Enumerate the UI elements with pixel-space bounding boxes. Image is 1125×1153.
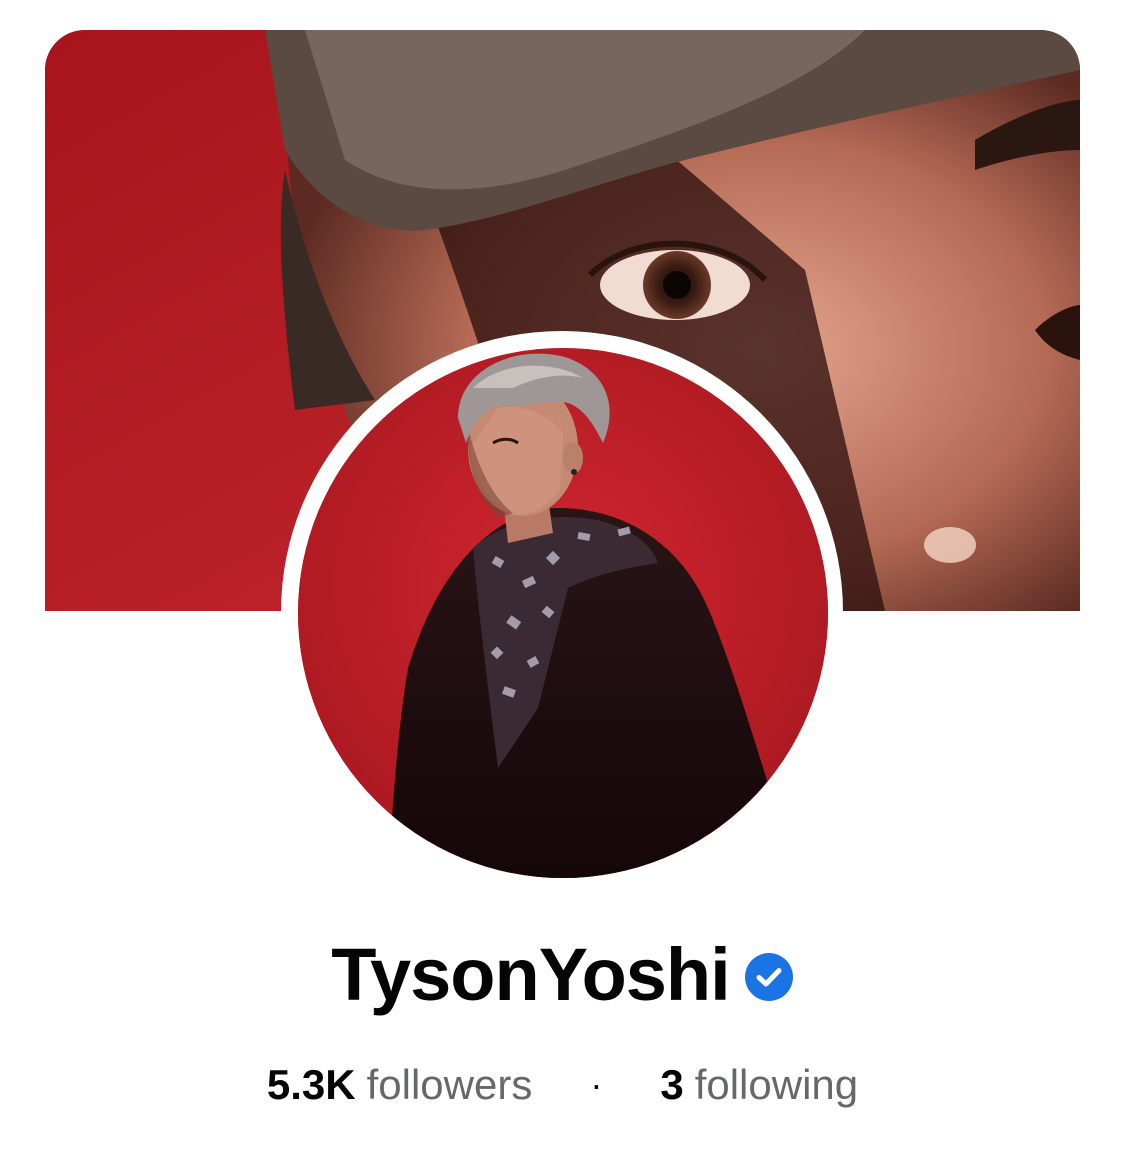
followers-count: 5.3K — [266, 1061, 356, 1108]
followers-label: followers — [366, 1061, 533, 1108]
followers-link[interactable]: 5.3K followers — [267, 1064, 532, 1106]
following-link[interactable]: 3 following — [660, 1064, 858, 1106]
following-count: 3 — [660, 1061, 684, 1108]
profile-name-row: TysonYoshi — [0, 930, 1125, 1020]
profile-name[interactable]: TysonYoshi — [331, 938, 730, 1012]
profile-stats: 5.3K followers · 3 following — [0, 1055, 1125, 1115]
profile-avatar[interactable] — [298, 348, 828, 878]
following-label: following — [694, 1061, 859, 1108]
profile-header: TysonYoshi 5.3K followers · 3 following — [0, 0, 1125, 1153]
verified-check-badge-icon — [744, 953, 793, 1001]
stats-separator: · — [590, 1064, 603, 1105]
